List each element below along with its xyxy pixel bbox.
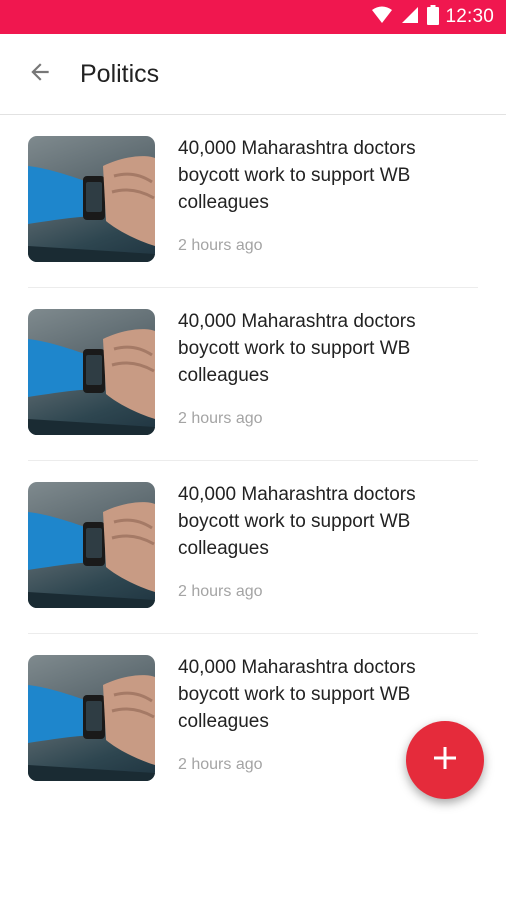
signal-icon — [401, 6, 419, 29]
list-item[interactable]: 40,000 Maharashtra doctors boycott work … — [0, 461, 506, 634]
status-bar: 12:30 — [0, 0, 506, 34]
page-title: Politics — [80, 59, 160, 88]
article-thumbnail — [28, 136, 155, 262]
article-time: 2 hours ago — [178, 756, 263, 773]
list-item[interactable]: 40,000 Maharashtra doctors boycott work … — [0, 115, 506, 288]
article-time: 2 hours ago — [178, 237, 263, 254]
battery-icon — [427, 4, 440, 30]
status-time: 12:30 — [445, 6, 494, 27]
article-headline: 40,000 Maharashtra doctors boycott work … — [178, 484, 416, 559]
add-button[interactable] — [406, 721, 484, 799]
app-bar: Politics — [0, 34, 506, 115]
article-headline: 40,000 Maharashtra doctors boycott work … — [178, 657, 416, 732]
article-time: 2 hours ago — [178, 410, 263, 427]
article-time: 2 hours ago — [178, 583, 263, 600]
article-thumbnail — [28, 655, 155, 781]
article-thumbnail — [28, 309, 155, 435]
article-headline: 40,000 Maharashtra doctors boycott work … — [178, 311, 416, 386]
list-item[interactable]: 40,000 Maharashtra doctors boycott work … — [0, 288, 506, 461]
article-thumbnail — [28, 482, 155, 608]
plus-icon — [434, 746, 456, 774]
arrow-back-icon — [27, 59, 53, 90]
article-list: 40,000 Maharashtra doctors boycott work … — [0, 115, 506, 807]
wifi-icon — [371, 6, 393, 29]
back-button[interactable] — [20, 54, 60, 94]
article-headline: 40,000 Maharashtra doctors boycott work … — [178, 138, 416, 213]
